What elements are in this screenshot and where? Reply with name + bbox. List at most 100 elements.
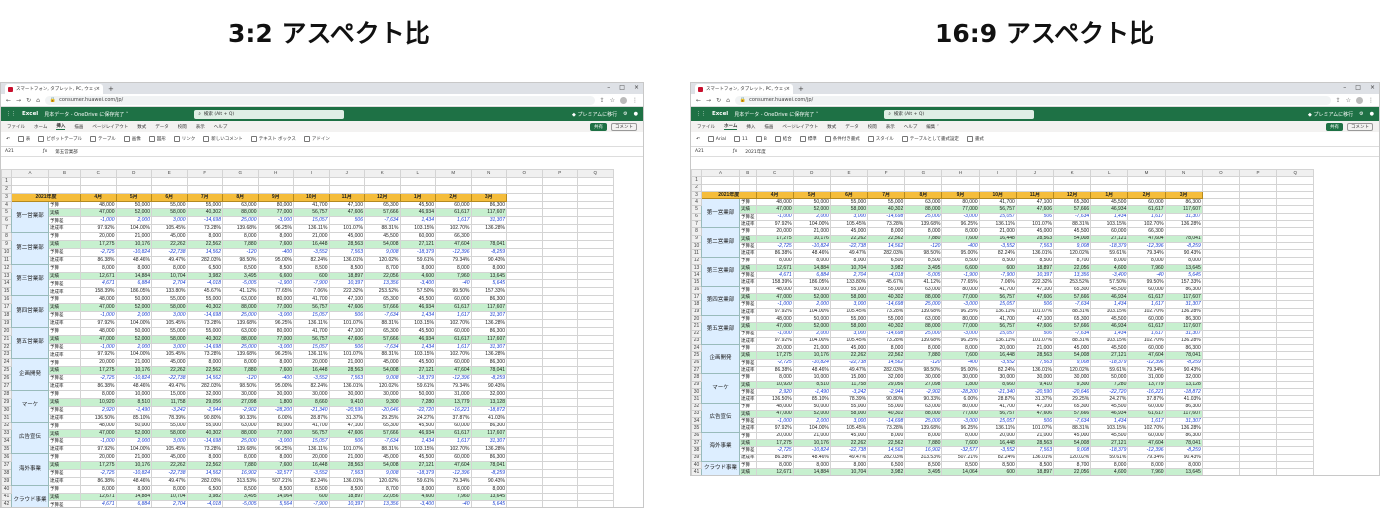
cell[interactable]: [1201, 205, 1240, 214]
value-cell[interactable]: 57,666: [1052, 322, 1092, 331]
department-name[interactable]: 第二営業部: [11, 232, 49, 265]
value-cell[interactable]: 136.01%: [1015, 365, 1055, 375]
menu-tab[interactable]: 描画: [74, 124, 83, 130]
cell[interactable]: [293, 184, 330, 194]
value-cell[interactable]: 3,000: [151, 342, 188, 352]
cell[interactable]: [1276, 460, 1315, 470]
value-cell[interactable]: 5,645: [1164, 271, 1203, 280]
value-cell[interactable]: 8,700: [1052, 256, 1092, 265]
row-header[interactable]: 24: [691, 344, 702, 353]
value-cell[interactable]: 48.46%: [115, 476, 152, 486]
department-name[interactable]: 第四営業部: [11, 295, 49, 328]
cell[interactable]: [577, 184, 614, 194]
value-cell[interactable]: 136.01%: [1015, 453, 1055, 462]
row-label[interactable]: 予算差: [48, 216, 81, 226]
cell[interactable]: [541, 445, 578, 455]
value-cell[interactable]: 90.80%: [186, 413, 223, 423]
value-cell[interactable]: 30,000: [1052, 373, 1092, 382]
value-cell[interactable]: -16,221: [1127, 387, 1166, 397]
value-cell[interactable]: 60,000: [1127, 344, 1166, 353]
value-cell[interactable]: 59.61%: [1090, 249, 1129, 258]
cell[interactable]: [506, 421, 543, 431]
value-cell[interactable]: 10,176: [792, 351, 831, 360]
row-header[interactable]: 22: [691, 329, 702, 338]
value-cell[interactable]: 41,700: [978, 402, 1017, 411]
cell[interactable]: [541, 255, 578, 265]
cell[interactable]: [506, 445, 543, 455]
value-cell[interactable]: -20,590: [328, 405, 365, 415]
cell[interactable]: [506, 484, 543, 494]
value-cell[interactable]: 31.37%: [328, 413, 365, 423]
value-cell[interactable]: 55,000: [829, 402, 869, 411]
share-button[interactable]: 共有: [590, 122, 607, 131]
value-cell[interactable]: 15,057: [978, 329, 1017, 338]
value-cell[interactable]: 8,000: [1127, 256, 1166, 265]
value-cell[interactable]: 37.87%: [1127, 395, 1166, 404]
value-cell[interactable]: 28,563: [1015, 351, 1055, 360]
cell[interactable]: [48, 184, 81, 194]
cell[interactable]: [577, 413, 614, 423]
value-cell[interactable]: 50,000: [1090, 373, 1129, 382]
row-header[interactable]: 18: [1, 311, 12, 320]
value-cell[interactable]: 63,000: [222, 200, 259, 210]
value-cell[interactable]: 52,000: [115, 303, 152, 313]
month-header[interactable]: 12月: [1052, 190, 1092, 200]
value-cell[interactable]: 31.37%: [1015, 395, 1055, 404]
cell[interactable]: [506, 397, 543, 407]
value-cell[interactable]: 77,000: [257, 208, 294, 218]
cell[interactable]: [506, 263, 543, 273]
row-label[interactable]: 実績: [739, 205, 757, 214]
value-cell[interactable]: 25,000: [222, 216, 259, 226]
cell[interactable]: [115, 184, 152, 194]
value-cell[interactable]: 31,307: [470, 342, 507, 352]
value-cell[interactable]: 8,000: [1164, 256, 1203, 265]
row-label[interactable]: 達成率: [739, 336, 757, 346]
value-cell[interactable]: 28,563: [1015, 234, 1055, 243]
column-header[interactable]: O: [1201, 168, 1240, 178]
back-icon[interactable]: ←: [696, 97, 701, 104]
value-cell[interactable]: 96.25%: [941, 336, 980, 346]
cell[interactable]: [186, 176, 223, 186]
year-header[interactable]: 2021年度: [701, 190, 757, 200]
value-cell[interactable]: 45.67%: [867, 278, 906, 287]
url-field[interactable]: 🔒 consumer.huawei.com/jp/: [44, 95, 595, 105]
value-cell[interactable]: 57,666: [364, 334, 401, 344]
cell[interactable]: [506, 200, 543, 210]
cell[interactable]: [541, 476, 578, 486]
row-header[interactable]: 10: [691, 241, 702, 251]
value-cell[interactable]: 7,880: [222, 366, 259, 376]
value-cell[interactable]: 10,176: [115, 366, 152, 376]
maximize-icon[interactable]: □: [619, 84, 625, 91]
value-cell[interactable]: -18,379: [1090, 446, 1129, 455]
value-cell[interactable]: 86,300: [1164, 344, 1203, 353]
value-cell[interactable]: 31,307: [470, 216, 507, 226]
row-label[interactable]: 予算差: [739, 358, 757, 368]
value-cell[interactable]: 31,307: [1164, 212, 1203, 222]
cell[interactable]: [1238, 358, 1278, 368]
value-cell[interactable]: -28,200: [941, 387, 980, 397]
value-cell[interactable]: 7,880: [904, 351, 943, 360]
value-cell[interactable]: 103.15%: [399, 224, 436, 234]
cell[interactable]: [506, 271, 543, 281]
value-cell[interactable]: -10,824: [792, 446, 831, 455]
value-cell[interactable]: 136.28%: [1164, 307, 1203, 316]
value-cell[interactable]: 66,300: [1127, 227, 1166, 236]
value-cell[interactable]: 49.47%: [151, 255, 188, 265]
cell[interactable]: [867, 183, 906, 192]
value-cell[interactable]: 27,121: [1090, 351, 1129, 360]
value-cell[interactable]: 8,000: [470, 263, 507, 273]
row-label[interactable]: 達成率: [739, 424, 757, 433]
value-cell[interactable]: -22,738: [151, 374, 188, 384]
value-cell[interactable]: 2,704: [151, 500, 188, 507]
value-cell[interactable]: 61,617: [435, 303, 472, 313]
value-cell[interactable]: 136.11%: [978, 220, 1017, 229]
row-header[interactable]: 14: [691, 271, 702, 280]
value-cell[interactable]: 41.03%: [1164, 395, 1203, 404]
month-header[interactable]: 7月: [186, 192, 223, 202]
value-cell[interactable]: 21,000: [115, 232, 152, 242]
value-cell[interactable]: -1,490: [115, 405, 152, 415]
value-cell[interactable]: 8,500: [904, 256, 943, 265]
cell[interactable]: [1201, 278, 1240, 287]
value-cell[interactable]: 50,000: [792, 285, 831, 295]
cell[interactable]: [1201, 307, 1240, 316]
